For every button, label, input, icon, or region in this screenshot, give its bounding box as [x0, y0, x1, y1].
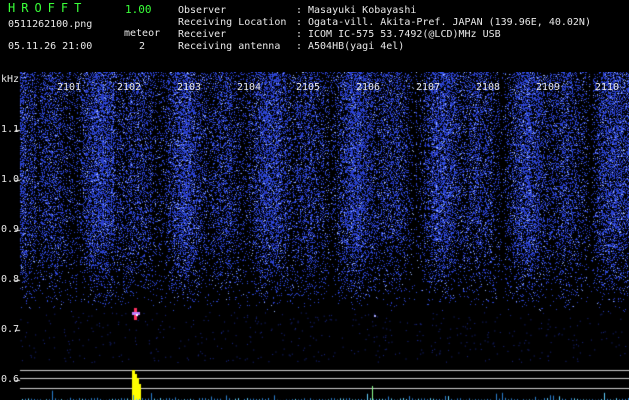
info-colon: :: [296, 41, 303, 52]
info-value: A504HB(yagi 4el): [308, 41, 405, 52]
info-colon: :: [296, 5, 303, 16]
y-tick-label: 0.9: [1, 224, 20, 235]
info-value: Masayuki Kobayashi: [308, 5, 417, 16]
meteor-count-value: 2: [139, 41, 146, 52]
x-tick-label: 2105: [296, 82, 321, 93]
spectrogram-canvas: [0, 72, 629, 400]
file-name: 0511262100.png: [8, 19, 93, 30]
y-tick-label: 1.0: [1, 174, 20, 185]
info-row-receiver: Receiver: ICOM IC-575 53.7492(@LCD)MHz US…: [178, 29, 501, 40]
y-tick-label: 0.7: [1, 324, 20, 335]
info-row-observer: Observer: Masayuki Kobayashi: [178, 5, 416, 16]
info-label: Receiving antenna: [178, 41, 281, 52]
info-colon: :: [296, 29, 303, 40]
x-tick-label: 2103: [177, 82, 202, 93]
x-tick-label: 2107: [416, 82, 441, 93]
observation-datetime: 05.11.26 21:00: [8, 41, 93, 52]
y-tick-label: 0.6: [1, 374, 20, 385]
app-brand: HROFFT: [8, 1, 88, 15]
info-label: Receiver: [178, 29, 227, 40]
info-label: Observer: [178, 5, 227, 16]
info-value: ICOM IC-575 53.7492(@LCD)MHz USB: [308, 29, 501, 40]
x-tick-label: 2106: [356, 82, 381, 93]
info-label: Receiving Location: [178, 17, 287, 28]
info-row-antenna: Receiving antenna: A504HB(yagi 4el): [178, 41, 404, 52]
x-tick-label: 2110: [595, 82, 620, 93]
meteor-count-label: meteor: [124, 28, 161, 39]
info-value: Ogata-vill. Akita-Pref. JAPAN (139.96E, …: [308, 17, 591, 28]
x-tick-label: 2108: [476, 82, 501, 93]
info-row-location: Receiving Location: Ogata-vill. Akita-Pre…: [178, 17, 591, 28]
x-tick-label: 2102: [117, 82, 142, 93]
app-version: 1.00: [125, 3, 152, 16]
y-tick-label: 0.8: [1, 274, 20, 285]
x-tick-label: 2101: [57, 82, 82, 93]
x-tick-label: 2104: [237, 82, 262, 93]
x-tick-label: 2109: [536, 82, 561, 93]
info-colon: :: [296, 17, 303, 28]
y-axis-unit: kHz: [1, 74, 20, 85]
y-tick-label: 1.1: [1, 124, 20, 135]
